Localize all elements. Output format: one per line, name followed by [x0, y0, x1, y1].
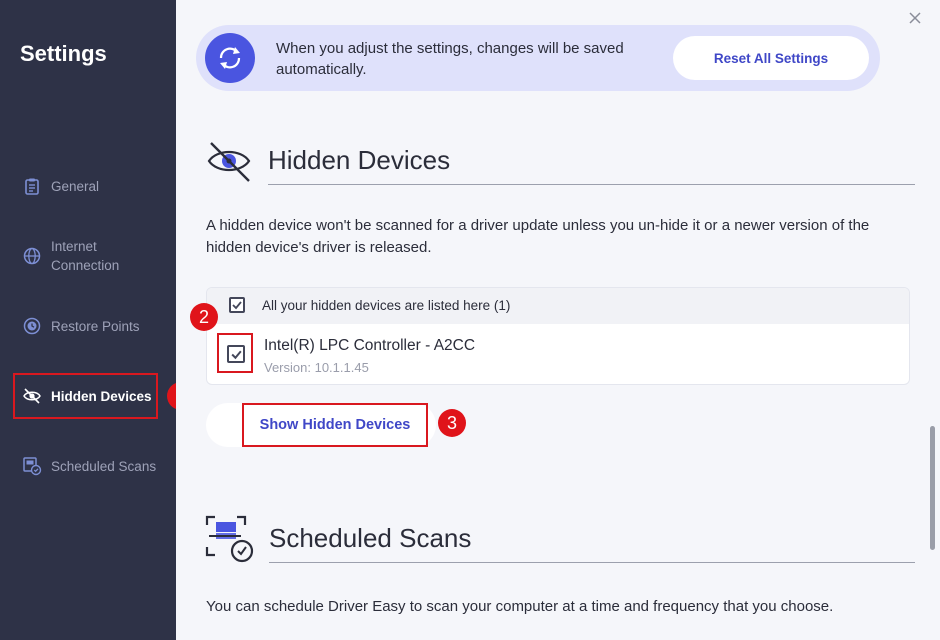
highlight-box-hidden-devices [13, 373, 158, 419]
section-divider [269, 562, 915, 563]
scheduled-scans-description: You can schedule Driver Easy to scan you… [206, 598, 834, 615]
sidebar: Settings General Internet Connection Res… [0, 0, 176, 640]
sidebar-item-general[interactable]: General [22, 176, 99, 196]
scrollbar-thumb[interactable] [930, 426, 935, 550]
highlight-box-show-button [242, 403, 428, 447]
select-all-checkbox[interactable] [229, 297, 245, 313]
list-header: All your hidden devices are listed here … [207, 288, 909, 324]
hidden-devices-icon [205, 139, 253, 185]
hidden-devices-title: Hidden Devices [268, 145, 451, 175]
banner-text: When you adjust the settings, changes wi… [276, 40, 624, 78]
sidebar-item-label: Internet [51, 239, 97, 254]
hidden-devices-description: A hidden device won't be scanned for a d… [206, 217, 870, 256]
section-divider [268, 184, 915, 185]
sidebar-item-label: Scheduled Scans [51, 458, 157, 474]
main-panel: When you adjust the settings, changes wi… [176, 0, 940, 640]
sidebar-item-internet-connection[interactable]: Internet Connection [22, 237, 119, 275]
hidden-devices-list: All your hidden devices are listed here … [206, 287, 910, 385]
device-name: Intel(R) LPC Controller - A2CC [264, 337, 476, 354]
sidebar-item-label-line2: Connection [51, 258, 120, 273]
sidebar-item-label: General [51, 178, 100, 194]
clipboard-icon [22, 176, 42, 196]
list-header-label: All your hidden devices are listed here … [262, 298, 511, 313]
autosave-banner: When you adjust the settings, changes wi… [196, 25, 880, 91]
callout-badge-2: 2 [190, 303, 218, 331]
callout-badge-3: 3 [438, 409, 466, 437]
sync-icon [205, 33, 255, 83]
device-version: Version: 10.1.1.45 [264, 360, 369, 375]
scheduled-scans-title: Scheduled Scans [269, 523, 472, 553]
globe-icon [22, 246, 42, 266]
sidebar-item-restore-points[interactable]: Restore Points [22, 316, 140, 336]
sidebar-title: Settings [20, 41, 107, 66]
close-icon[interactable] [907, 10, 923, 26]
reset-all-settings-button[interactable]: Reset All Settings [673, 36, 869, 80]
highlight-box-device-checkbox [217, 333, 253, 373]
calendar-clock-icon [22, 456, 42, 476]
sidebar-item-scheduled-scans[interactable]: Scheduled Scans [22, 456, 156, 476]
scheduled-scans-icon [205, 515, 257, 565]
sidebar-item-label: Restore Points [51, 318, 140, 334]
restore-clock-icon [22, 316, 42, 336]
